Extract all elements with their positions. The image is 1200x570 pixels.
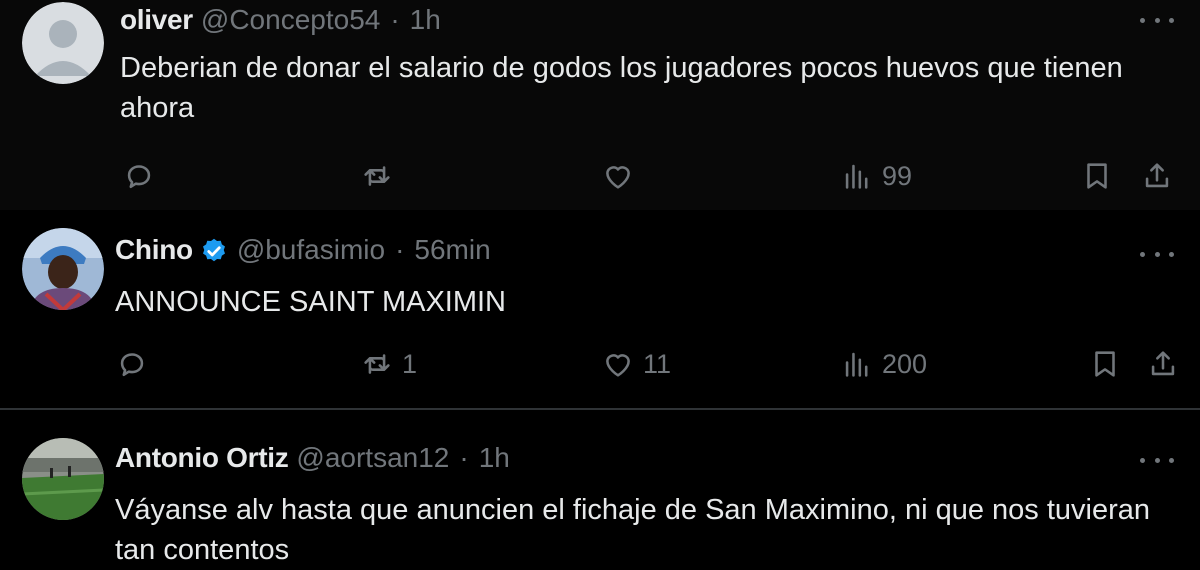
display-name[interactable]: Antonio Ortiz xyxy=(115,442,289,474)
views-chart-icon xyxy=(845,352,868,377)
tweet-chino[interactable]: Chino @bufasimio · 56min ANNOUNCE SAINT … xyxy=(0,210,1200,408)
tweet-oliver[interactable]: oliver @Concepto54 · 1h Deberian de dona… xyxy=(0,0,1200,210)
share-button[interactable] xyxy=(1140,156,1174,196)
timestamp[interactable]: 56min xyxy=(414,234,490,266)
separator-dot: · xyxy=(395,234,405,265)
share-icon xyxy=(1151,351,1175,376)
share-icon xyxy=(1145,163,1169,188)
verified-badge-icon[interactable] xyxy=(199,235,229,265)
retweet-button[interactable] xyxy=(360,156,394,196)
more-options-icon[interactable] xyxy=(1140,10,1174,30)
heart-icon xyxy=(606,166,630,189)
separator-dot: · xyxy=(390,4,400,35)
separator-dot: · xyxy=(459,442,469,473)
username-handle[interactable]: @aortsan12 xyxy=(296,442,449,474)
more-options-icon[interactable] xyxy=(1140,450,1174,470)
views-chart-icon xyxy=(845,164,868,189)
views-button[interactable]: 200 xyxy=(840,344,927,384)
avatar[interactable] xyxy=(22,438,104,520)
retweet-icon xyxy=(364,166,390,186)
retweet-button[interactable]: 1 xyxy=(360,344,417,384)
heart-icon xyxy=(606,354,630,377)
bookmark-button[interactable] xyxy=(1080,156,1114,196)
bookmark-icon xyxy=(1087,163,1107,189)
timestamp[interactable]: 1h xyxy=(410,4,441,36)
display-name[interactable]: Chino xyxy=(115,234,193,266)
tweet-actions: 1 11 200 xyxy=(0,344,1200,384)
bookmark-button[interactable] xyxy=(1088,344,1122,384)
default-avatar-icon xyxy=(22,2,104,84)
views-button[interactable]: 99 xyxy=(840,156,912,196)
retweet-icon xyxy=(364,354,390,374)
views-count: 99 xyxy=(882,160,913,191)
views-count: 200 xyxy=(882,348,928,379)
tweet-text: Váyanse alv hasta que anuncien el fichaj… xyxy=(115,494,1150,566)
tweet-text: Deberian de donar el salario de godos lo… xyxy=(120,52,1123,124)
avatar[interactable] xyxy=(22,2,104,84)
bookmark-icon xyxy=(1095,351,1115,377)
timestamp[interactable]: 1h xyxy=(479,442,510,474)
tweet-header: Chino @bufasimio · 56min xyxy=(115,230,491,270)
username-handle[interactable]: @bufasimio xyxy=(237,234,385,266)
reply-button[interactable] xyxy=(122,156,156,196)
reply-icon xyxy=(120,353,144,377)
avatar[interactable] xyxy=(22,228,104,310)
like-count: 11 xyxy=(643,348,672,379)
reply-icon xyxy=(127,165,151,189)
stadium-photo-avatar xyxy=(22,438,104,520)
share-button[interactable] xyxy=(1146,344,1180,384)
reply-button[interactable] xyxy=(115,344,149,384)
username-handle[interactable]: @Concepto54 xyxy=(201,4,380,36)
tweet-actions: 99 xyxy=(0,156,1200,196)
retweet-count: 1 xyxy=(402,348,418,379)
tweet-text: ANNOUNCE SAINT MAXIMIN xyxy=(115,286,507,318)
person-photo-avatar xyxy=(22,228,104,310)
tweet-header: Antonio Ortiz @aortsan12 · 1h xyxy=(115,438,510,478)
tweet-antonio-ortiz[interactable]: Antonio Ortiz @aortsan12 · 1h Váyanse al… xyxy=(0,408,1200,567)
display-name[interactable]: oliver xyxy=(120,4,193,36)
more-options-icon[interactable] xyxy=(1140,244,1174,264)
like-button[interactable] xyxy=(601,156,635,196)
like-button[interactable]: 11 xyxy=(601,344,671,384)
tweet-header: oliver @Concepto54 · 1h xyxy=(120,0,441,40)
